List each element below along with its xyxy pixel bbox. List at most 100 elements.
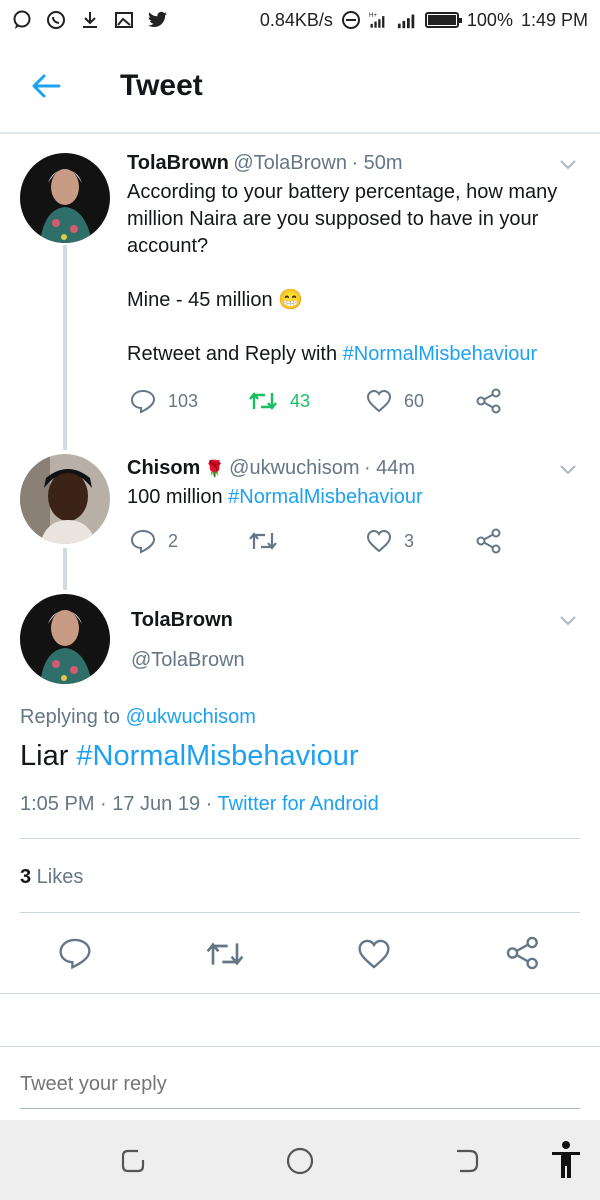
author-name[interactable]: Chisom: [127, 457, 200, 479]
tweet-actions: 103 43 60: [130, 388, 510, 414]
gallery-icon: [114, 10, 134, 30]
retweet-icon: [249, 532, 277, 550]
tweet-actions: 2 3: [130, 528, 510, 554]
rose-emoji: 🌹: [204, 461, 225, 478]
battery-icon: [424, 12, 462, 28]
tweet-text-segment: Liar: [20, 740, 77, 772]
battery-percent: 100%: [466, 9, 513, 30]
tweet-text: 100 million #NormalMisbehaviour: [127, 484, 577, 511]
back-nav-button[interactable]: [452, 1146, 482, 1181]
avatar[interactable]: [20, 594, 110, 684]
recent-apps-button[interactable]: [118, 1146, 148, 1181]
status-bar: 0.84KB/s H+ 100% 1:49 PM: [0, 0, 600, 40]
tweet-age: · 44m: [363, 457, 416, 479]
back-arrow-icon: [32, 74, 61, 98]
thread-tweet[interactable]: TolaBrown @TolaBrown · 50m According to …: [0, 140, 600, 440]
grin-emoji: 😁: [278, 289, 304, 311]
tweet-line: million Naira are you supposed to have i…: [127, 208, 539, 230]
signal-icon: [397, 10, 417, 30]
tweet-timestamp: 1:05 PM · 17 Jun 19 · Twitter for Androi…: [20, 793, 379, 816]
tweet-line: According to your battery percentage, ho…: [127, 181, 558, 203]
tweet-text: According to your battery percentage, ho…: [127, 179, 577, 368]
author-handle[interactable]: @TolaBrown: [131, 649, 245, 672]
chevron-down-icon[interactable]: [556, 608, 580, 632]
author-handle[interactable]: @ukwuchisom: [229, 457, 359, 479]
like-count: 60: [404, 390, 425, 411]
accessibility-icon: [552, 1141, 580, 1178]
divider: [20, 912, 580, 913]
source-link[interactable]: Twitter for Android: [218, 793, 379, 815]
like-button[interactable]: [357, 938, 391, 975]
share-icon: [476, 528, 501, 554]
share-button[interactable]: [506, 936, 540, 975]
author-handle[interactable]: @TolaBrown: [233, 152, 347, 174]
svg-text:H+: H+: [369, 12, 377, 19]
reply-button[interactable]: 2: [130, 528, 248, 554]
reply-icon: [130, 529, 156, 554]
tweet-line: Retweet and Reply with #NormalMisbehavio…: [127, 341, 577, 368]
whatsapp-icon: [46, 10, 66, 30]
tweet-text-segment: 100 million: [127, 486, 229, 508]
reply-count: 103: [168, 390, 199, 411]
replying-to: Replying to @ukwuchisom: [20, 706, 256, 729]
tweet-line: account?: [127, 235, 209, 257]
reply-composer: [0, 1046, 600, 1120]
retweet-button[interactable]: [248, 529, 366, 553]
signal-hplus-icon: H+: [369, 10, 389, 30]
hashtag-link[interactable]: #NormalMisbehaviour: [343, 343, 538, 365]
reply-input[interactable]: [20, 1061, 580, 1109]
reply-count: 2: [168, 530, 179, 551]
heart-icon: [358, 939, 390, 969]
heart-icon: [366, 529, 392, 553]
avatar[interactable]: [20, 454, 110, 544]
thread-tweet[interactable]: Chisom 🌹 @ukwuchisom · 44m 100 million #…: [0, 445, 600, 575]
author-name[interactable]: TolaBrown: [131, 609, 233, 632]
chat-icon: [12, 10, 32, 30]
avatar[interactable]: [20, 153, 110, 243]
retweet-icon: [249, 392, 277, 410]
download-icon: [80, 10, 100, 30]
mention-link[interactable]: @ukwuchisom: [126, 706, 256, 728]
retweet-button[interactable]: [205, 938, 245, 975]
chevron-down-icon[interactable]: [556, 457, 580, 481]
chevron-down-icon[interactable]: [556, 152, 580, 176]
focused-tweet-actions: [0, 930, 600, 980]
divider: [0, 993, 600, 994]
share-button[interactable]: [476, 388, 502, 414]
likes-count: 3: [20, 866, 32, 888]
tweet-text-segment: Retweet and Reply with: [127, 343, 343, 365]
hashtag-link[interactable]: #NormalMisbehaviour: [76, 740, 358, 772]
reply-icon: [59, 938, 91, 970]
like-button[interactable]: 60: [366, 389, 476, 413]
home-button[interactable]: [285, 1146, 315, 1181]
likes-summary[interactable]: 3 Likes: [20, 866, 83, 889]
tweet-age: · 50m: [351, 152, 403, 174]
retweet-count: 43: [290, 390, 311, 411]
page-title: Tweet: [120, 69, 203, 102]
accessibility-button[interactable]: [550, 1140, 582, 1185]
tweet-line: Mine - 45 million 😁: [127, 287, 577, 314]
share-button[interactable]: [476, 528, 502, 554]
replying-label: Replying to: [20, 706, 126, 728]
timestamp-text: 1:05 PM · 17 Jun 19 ·: [20, 793, 218, 815]
back-nav-icon: [457, 1149, 479, 1173]
reply-button[interactable]: [58, 936, 92, 975]
retweet-button[interactable]: 43: [248, 389, 366, 413]
share-icon: [506, 936, 538, 970]
author-name[interactable]: TolaBrown: [127, 152, 229, 174]
like-count: 3: [404, 530, 415, 551]
share-icon: [476, 388, 501, 414]
hashtag-link[interactable]: #NormalMisbehaviour: [228, 486, 423, 508]
reply-icon: [130, 389, 156, 414]
likes-label: Likes: [31, 866, 84, 888]
clock: 1:49 PM: [520, 9, 588, 30]
retweet-icon: [206, 942, 244, 966]
app-bar: Tweet: [0, 40, 600, 134]
tweet-text-segment: Mine - 45 million: [127, 289, 273, 311]
reply-button[interactable]: 103: [130, 388, 248, 414]
like-button[interactable]: 3: [366, 529, 476, 553]
android-nav-bar: [0, 1120, 600, 1200]
do-not-disturb-icon: [341, 10, 361, 30]
network-speed: 0.84KB/s: [259, 9, 333, 30]
back-button[interactable]: [16, 56, 76, 116]
